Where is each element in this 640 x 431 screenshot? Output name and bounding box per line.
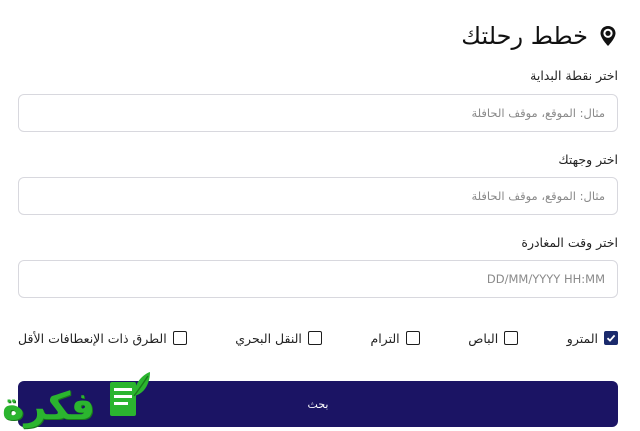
tram-checkbox[interactable] (405, 331, 420, 345)
bus-checkbox[interactable] (504, 331, 519, 345)
location-pin-icon (598, 25, 618, 47)
ferry-checkbox[interactable] (307, 331, 322, 345)
page-header: خطط رحلتك (461, 22, 618, 50)
notebook-leaf-icon (110, 372, 150, 416)
bus-label: الباص (468, 330, 499, 346)
fewest-turns-label: الطرق ذات الإنعطافات الأقل (18, 330, 167, 346)
start-point-label: اختر نقطة البداية (530, 68, 618, 83)
transport-options: المترو الباص الترام النقل البحري الطرق ذ… (18, 328, 618, 348)
watermark-logo: فكرة (0, 370, 160, 430)
page-title: خطط رحلتك (461, 22, 588, 50)
start-point-input[interactable] (18, 94, 618, 132)
option-fewest-turns[interactable]: الطرق ذات الإنعطافات الأقل (18, 331, 187, 346)
option-ferry[interactable]: النقل البحري (235, 331, 322, 346)
option-tram[interactable]: الترام (370, 330, 420, 346)
departure-time-label: اختر وقت المغادرة (521, 235, 618, 250)
ferry-label: النقل البحري (235, 330, 302, 346)
tram-label: الترام (370, 330, 400, 346)
check-icon (606, 334, 616, 342)
destination-input[interactable] (18, 177, 618, 215)
departure-time-input[interactable] (18, 260, 618, 298)
watermark-text: فكرة (2, 384, 96, 428)
option-metro[interactable]: المترو (567, 331, 618, 346)
metro-checkbox[interactable] (604, 331, 618, 345)
metro-label: المترو (566, 330, 598, 346)
destination-label: اختر وجهتك (558, 152, 618, 167)
fewest-turns-checkbox[interactable] (172, 331, 187, 345)
option-bus[interactable]: الباص (468, 330, 519, 346)
